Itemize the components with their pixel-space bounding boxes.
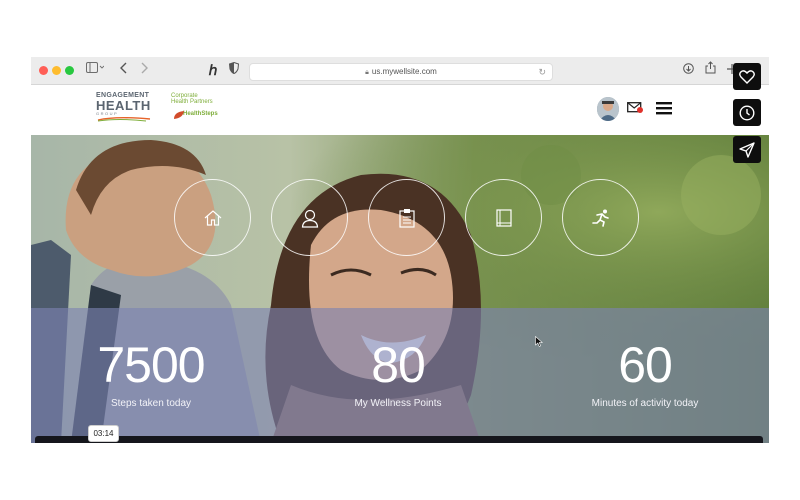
back-icon[interactable]: [117, 61, 131, 79]
avatar[interactable]: [597, 97, 619, 121]
download-icon[interactable]: [681, 61, 695, 79]
partner-logo[interactable]: Corporate Health Partners HealthSteps: [171, 93, 231, 119]
engagement-health-logo[interactable]: ENGAGEMENT HEALTH GROUP: [96, 92, 158, 122]
address-bar[interactable]: 🔒︎ us.mywellsite.com ↻: [249, 63, 553, 81]
hero-section: 7500 Steps taken today 80 My Wellness Po…: [31, 135, 769, 443]
stat-wellness-points-value: 80: [371, 337, 426, 393]
nav-book-button[interactable]: [465, 179, 542, 256]
favorite-button[interactable]: [733, 63, 761, 90]
close-window-button[interactable]: [39, 66, 48, 75]
profile-icon: [301, 209, 318, 228]
stats-panel: 7500 Steps taken today 80 My Wellness Po…: [31, 308, 769, 443]
reload-icon[interactable]: ↻: [538, 64, 546, 80]
zoom-window-button[interactable]: [65, 66, 74, 75]
extension-icon[interactable]: ℎ: [205, 61, 221, 79]
nav-clipboard-button[interactable]: [368, 179, 445, 256]
stat-wellness-points-label: My Wellness Points: [354, 398, 442, 409]
book-icon: [495, 208, 512, 227]
browser-toolbar: ℎ 🔒︎ us.mywellsite.com ↻: [31, 57, 769, 85]
nav-home-button[interactable]: [174, 179, 251, 256]
stat-wellness-points: 80 My Wellness Points: [298, 338, 498, 409]
share-icon[interactable]: [703, 61, 717, 79]
activity-icon: [591, 209, 609, 227]
heart-icon: [739, 69, 755, 84]
stat-activity-minutes-label: Minutes of activity today: [591, 398, 699, 409]
notification-badge: [637, 107, 643, 113]
video-timestamp: 03:14: [88, 425, 119, 442]
partner-logo-line-2: Health Partners: [171, 99, 213, 105]
sidebar-icon[interactable]: [83, 61, 107, 79]
clock-icon: [739, 104, 755, 121]
send-icon: [739, 141, 755, 158]
stat-steps: 7500 Steps taken today: [51, 338, 251, 409]
mouse-cursor-icon: [535, 334, 544, 352]
stat-steps-value: 7500: [97, 337, 205, 393]
nav-profile-button[interactable]: [271, 179, 348, 256]
lock-icon: 🔒︎: [365, 69, 369, 76]
clipboard-icon: [398, 208, 415, 228]
stat-activity-minutes-value: 60: [618, 337, 673, 393]
stat-steps-label: Steps taken today: [110, 398, 192, 409]
hamburger-menu-icon[interactable]: [655, 100, 673, 116]
mail-icon[interactable]: [627, 101, 643, 113]
watch-later-button[interactable]: [733, 99, 761, 126]
forward-icon[interactable]: [137, 61, 151, 79]
nav-activity-button[interactable]: [562, 179, 639, 256]
site-header: ENGAGEMENT HEALTH GROUP Corporate Health…: [31, 85, 769, 135]
stat-activity-minutes: 60 Minutes of activity today: [545, 338, 745, 409]
share-video-button[interactable]: [733, 136, 761, 163]
logo-swoosh-icon: [97, 117, 151, 122]
home-icon: [204, 209, 221, 226]
minimize-window-button[interactable]: [52, 66, 61, 75]
browser-window: ℎ 🔒︎ us.mywellsite.com ↻ ENGAGEMENT HEALT…: [31, 57, 769, 443]
bottom-bar: [35, 436, 763, 443]
shield-icon[interactable]: [227, 61, 241, 79]
leaf-icon: [174, 111, 184, 119]
url-text: us.mywellsite.com: [371, 67, 437, 76]
